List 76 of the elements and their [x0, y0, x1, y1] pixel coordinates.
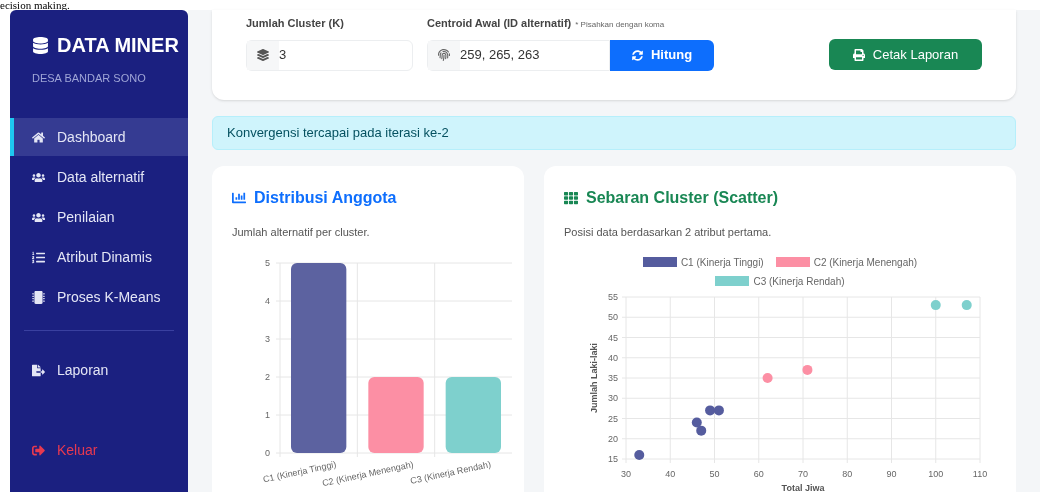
layers-icon — [257, 49, 269, 61]
home-icon — [32, 130, 45, 144]
y-tick-label: 35 — [608, 372, 618, 383]
card-title: Distribusi Anggota — [254, 188, 397, 208]
compute-button[interactable]: Hitung — [610, 39, 714, 71]
database-icon — [32, 36, 49, 54]
checklist-icon — [32, 250, 45, 264]
x-tick-label: 90 — [886, 468, 897, 479]
nav-item[interactable]: Proses K-Means — [10, 278, 188, 316]
x-tick-label: 70 — [798, 468, 808, 479]
brand-title: DATA MINER — [57, 33, 179, 58]
brand-subtitle: DESA BANDAR SONO — [32, 71, 147, 86]
y-tick-label: 0 — [265, 447, 270, 458]
centroid-field[interactable]: 259, 265, 263 — [427, 39, 610, 71]
y-tick-label: 1 — [265, 409, 270, 420]
data-point — [762, 372, 773, 383]
card-subtitle: Posisi data berdasarkan 2 atribut pertama. — [564, 225, 773, 240]
field-hint: * Pisahkan dengan koma — [575, 19, 665, 31]
field-label: Jumlah Cluster (K) — [246, 16, 345, 31]
card-subtitle: Jumlah alternatif per cluster. — [232, 225, 371, 240]
users-icon — [32, 210, 45, 224]
y-axis-title: Jumlah Laki-laki — [589, 342, 599, 413]
y-tick-label: 30 — [608, 392, 618, 403]
legend-label: C1 (Kinerja Tinggi) — [680, 255, 764, 270]
nav-item[interactable]: Atribut Dinamis — [10, 238, 188, 276]
data-point — [696, 425, 707, 436]
nav-item[interactable]: Laporan — [10, 351, 188, 389]
y-tick-label: 40 — [608, 352, 618, 363]
data-point — [802, 364, 813, 375]
nav-item[interactable]: Data alternatif — [10, 158, 188, 196]
y-tick-label: 50 — [608, 311, 618, 322]
nav-item[interactable]: Penilaian — [10, 198, 188, 236]
y-tick-label: 45 — [608, 332, 618, 342]
y-tick-label: 20 — [608, 433, 618, 444]
x-tick-label: 80 — [842, 468, 853, 479]
fingerprint-icon — [438, 49, 450, 61]
nav-item[interactable]: Dashboard — [10, 118, 188, 156]
y-tick-label: 5 — [265, 257, 270, 268]
x-axis-title: Total Jiwa — [781, 482, 825, 492]
legend-swatch — [642, 257, 677, 267]
printer-icon — [852, 48, 865, 61]
chip-icon — [32, 290, 45, 304]
logout-icon — [32, 443, 45, 457]
bar-chart-icon — [232, 191, 246, 205]
data-point — [691, 417, 702, 428]
y-tick-label: 15 — [608, 453, 618, 464]
print-report-button[interactable]: Cetak Laporan — [829, 39, 982, 70]
y-tick-label: 2 — [265, 371, 270, 382]
legend-swatch — [775, 257, 810, 267]
y-tick-label: 25 — [608, 413, 618, 423]
data-point — [634, 449, 645, 460]
page-text: ecision making. — [0, 0, 70, 10]
legend-label: C3 (Kinerja Rendah) — [753, 274, 845, 289]
x-tick-label: 30 — [621, 468, 631, 479]
file-export-icon — [32, 363, 45, 377]
x-tick-label: 60 — [753, 468, 764, 479]
x-tick-label: 110 — [972, 468, 988, 479]
legend-label: C2 (Kinerja Menengah) — [813, 255, 918, 270]
data-point — [961, 299, 972, 310]
y-tick-label: 3 — [265, 333, 270, 344]
field-label: Centroid Awal (ID alternatif) — [427, 16, 572, 31]
refresh-icon — [631, 49, 643, 61]
convergence-alert: Konvergensi tercapai pada iterasi ke-2 — [212, 116, 1016, 150]
cluster-count-field[interactable]: 3 — [246, 39, 413, 71]
data-point — [705, 404, 716, 415]
users-icon — [32, 170, 45, 184]
data-point — [930, 299, 941, 310]
y-tick-label: 55 — [608, 291, 618, 302]
y-tick-label: 4 — [265, 295, 270, 306]
data-point — [713, 404, 724, 415]
card-title: Sebaran Cluster (Scatter) — [586, 188, 779, 208]
x-tick-label: 50 — [709, 468, 720, 479]
x-tick-label: 100 — [928, 468, 944, 479]
legend-swatch — [715, 276, 750, 286]
x-tick-label: 40 — [665, 468, 676, 479]
dots-grid-icon — [564, 191, 578, 205]
